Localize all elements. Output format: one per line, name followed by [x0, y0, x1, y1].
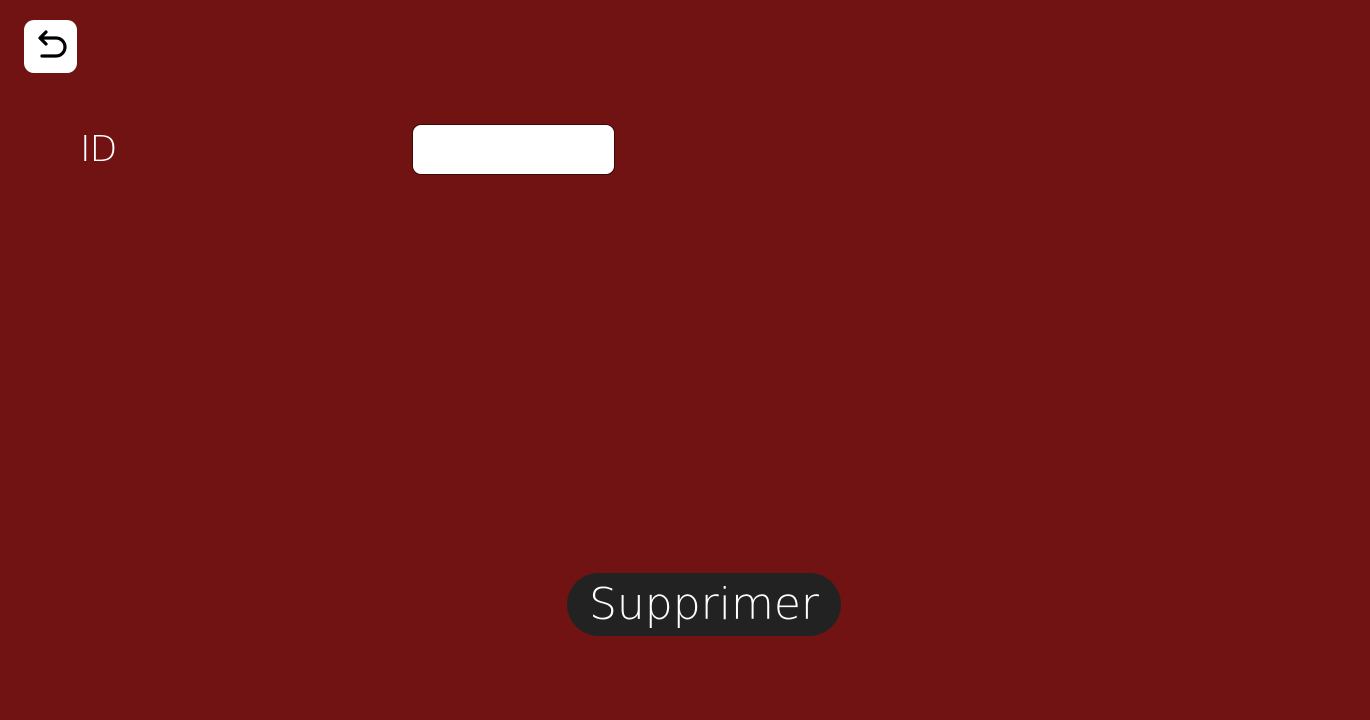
- back-button[interactable]: [24, 20, 77, 73]
- id-label: ID: [80, 129, 117, 170]
- id-input[interactable]: [412, 124, 615, 175]
- undo-arrow-icon: [31, 27, 71, 67]
- delete-screen: ID Supprimer: [0, 0, 1370, 720]
- delete-button[interactable]: Supprimer: [567, 573, 841, 636]
